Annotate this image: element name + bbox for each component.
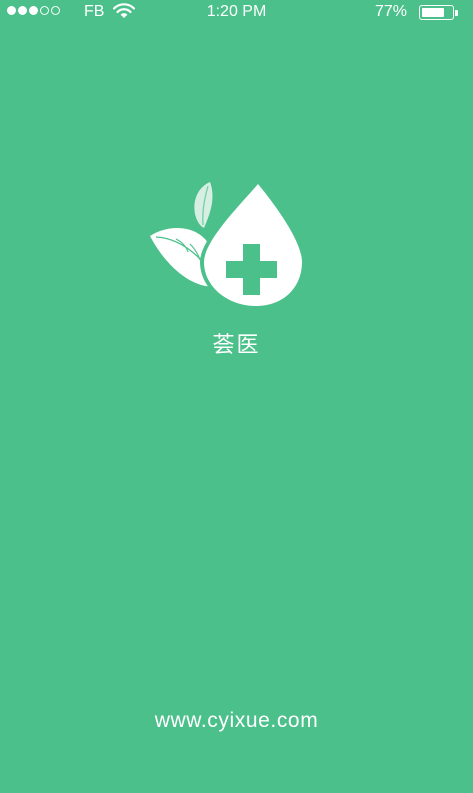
- status-bar: FB 1:20 PM 77%: [0, 0, 473, 24]
- battery-icon: [419, 5, 460, 20]
- battery-level-fill: [422, 8, 445, 17]
- website-url: www.cyixue.com: [154, 709, 319, 732]
- battery-percentage: 77%: [374, 3, 407, 20]
- app-name: 荟医: [212, 332, 261, 357]
- app-logo-icon: [150, 180, 306, 310]
